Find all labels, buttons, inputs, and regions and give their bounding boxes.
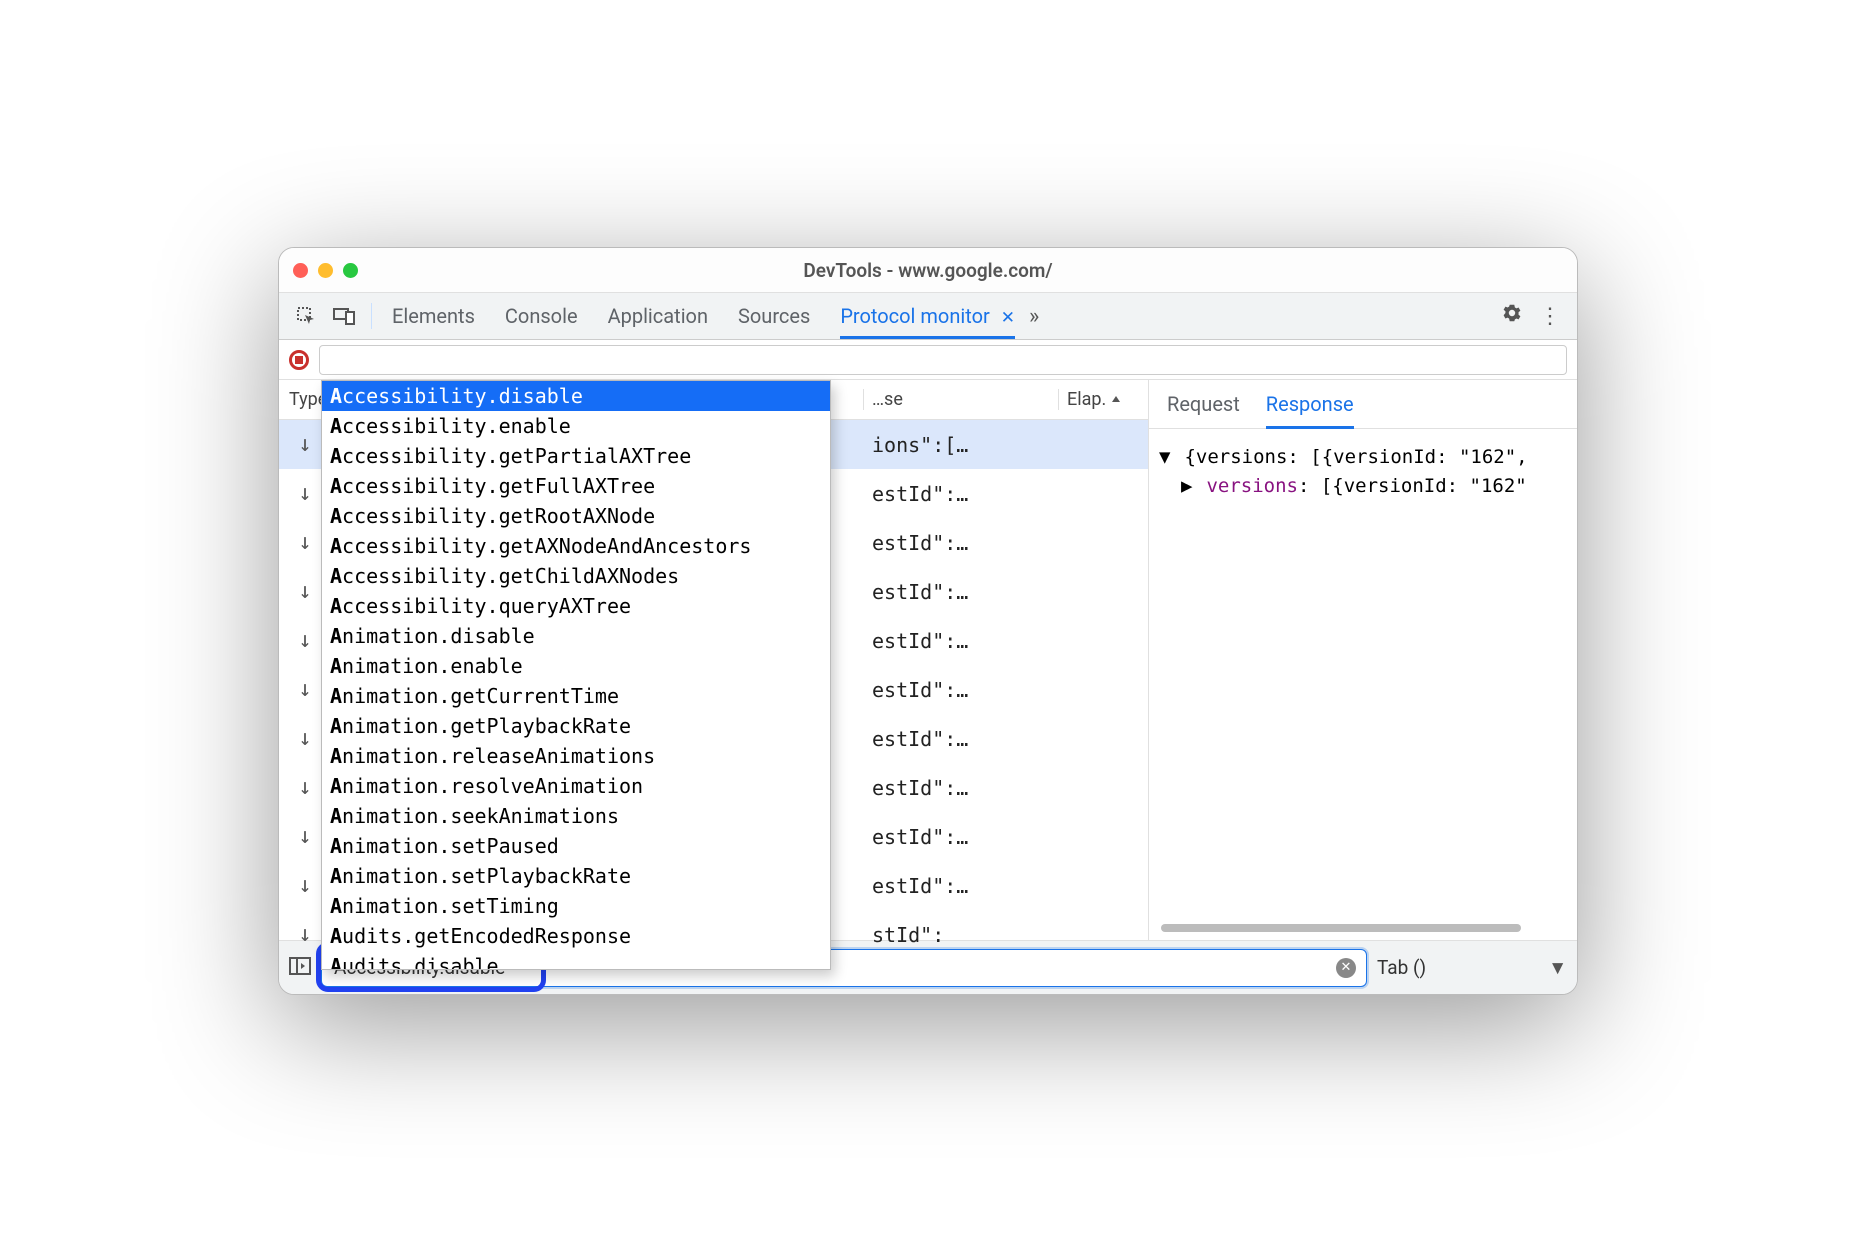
cell-response: stId": [863, 923, 1058, 947]
cell-response: estId":… [863, 629, 1058, 653]
main-content: Type Method …se Elap. ↓ions":[…↓estId":…… [279, 380, 1577, 940]
tab-application[interactable]: Application [608, 294, 708, 338]
inspect-element-icon[interactable] [287, 306, 325, 326]
autocomplete-item[interactable]: Animation.getCurrentTime [322, 681, 830, 711]
devtools-window: DevTools - www.google.com/ Elements Cons… [278, 247, 1578, 995]
details-tab-request[interactable]: Request [1167, 388, 1240, 420]
autocomplete-item[interactable]: Audits.getEncodedResponse [322, 921, 830, 951]
autocomplete-item[interactable]: Animation.resolveAnimation [322, 771, 830, 801]
cell-response: estId":… [863, 482, 1058, 506]
disclosure-open-icon[interactable]: ▼ [1159, 443, 1173, 472]
panel-tabs: Elements Console Application Sources Pro… [392, 294, 1015, 338]
json-property-name: versions [1206, 475, 1298, 497]
cell-response: estId":… [863, 727, 1058, 751]
autocomplete-item[interactable]: Accessibility.queryAXTree [322, 591, 830, 621]
record-button[interactable] [289, 350, 309, 370]
cell-response: estId":… [863, 678, 1058, 702]
autocomplete-item[interactable]: Accessibility.getRootAXNode [322, 501, 830, 531]
autocomplete-item[interactable]: Animation.setTiming [322, 891, 830, 921]
json-root-line[interactable]: ▼ {versions: [{versionId: "162", [1159, 443, 1567, 472]
chevron-down-icon[interactable]: ▼ [1548, 956, 1567, 980]
tab-elements[interactable]: Elements [392, 294, 475, 338]
autocomplete-item[interactable]: Audits.disable [322, 951, 830, 969]
settings-gear-icon[interactable] [1493, 302, 1531, 330]
tab-protocol-monitor-label: Protocol monitor [840, 304, 989, 328]
details-tabs: Request Response [1149, 380, 1577, 429]
autocomplete-item[interactable]: Accessibility.enable [322, 411, 830, 441]
clear-input-icon[interactable]: ✕ [1336, 958, 1356, 978]
close-tab-icon[interactable]: ✕ [1001, 308, 1015, 328]
command-hint[interactable]: Tab () ▼ [1377, 956, 1567, 980]
autocomplete-item[interactable]: Accessibility.getAXNodeAndAncestors [322, 531, 830, 561]
toggle-drawer-icon[interactable] [289, 957, 311, 979]
autocomplete-list[interactable]: Accessibility.disableAccessibility.enabl… [322, 381, 830, 969]
autocomplete-item[interactable]: Accessibility.getFullAXTree [322, 471, 830, 501]
kebab-menu-icon[interactable]: ⋮ [1531, 304, 1569, 329]
col-elapsed[interactable]: Elap. [1058, 389, 1148, 410]
tab-sources[interactable]: Sources [738, 294, 810, 338]
autocomplete-item[interactable]: Animation.releaseAnimations [322, 741, 830, 771]
col-response[interactable]: …se [863, 389, 1058, 410]
more-tabs-icon[interactable]: » [1029, 304, 1039, 329]
tab-protocol-monitor[interactable]: Protocol monitor ✕ [840, 294, 1015, 338]
autocomplete-item[interactable]: Animation.enable [322, 651, 830, 681]
json-child-line[interactable]: ▶ versions: [{versionId: "162" [1159, 472, 1567, 501]
autocomplete-item[interactable]: Animation.setPaused [322, 831, 830, 861]
cell-response: estId":… [863, 776, 1058, 800]
filter-bar [279, 340, 1577, 380]
window-title: DevTools - www.google.com/ [279, 259, 1577, 282]
toolbar-divider [371, 303, 372, 329]
main-toolbar: Elements Console Application Sources Pro… [279, 292, 1577, 340]
cell-response: ions":[… [863, 433, 1058, 457]
protocol-table-pane: Type Method …se Elap. ↓ions":[…↓estId":…… [279, 380, 1149, 940]
filter-input[interactable] [319, 345, 1567, 375]
response-json: ▼ {versions: [{versionId: "162", ▶ versi… [1149, 429, 1577, 514]
device-toolbar-icon[interactable] [325, 307, 363, 325]
cell-response: estId":… [863, 825, 1058, 849]
details-pane: Request Response ▼ {versions: [{versionI… [1149, 380, 1577, 940]
tab-console[interactable]: Console [505, 294, 578, 338]
autocomplete-item[interactable]: Animation.getPlaybackRate [322, 711, 830, 741]
disclosure-closed-icon[interactable]: ▶ [1181, 472, 1195, 501]
autocomplete-item[interactable]: Animation.seekAnimations [322, 801, 830, 831]
autocomplete-item[interactable]: Animation.setPlaybackRate [322, 861, 830, 891]
autocomplete-item[interactable]: Accessibility.getChildAXNodes [322, 561, 830, 591]
cell-response: estId":… [863, 874, 1058, 898]
autocomplete-item[interactable]: Accessibility.getPartialAXTree [322, 441, 830, 471]
details-tab-response[interactable]: Response [1266, 388, 1354, 420]
autocomplete-item[interactable]: Animation.disable [322, 621, 830, 651]
titlebar: DevTools - www.google.com/ [279, 248, 1577, 292]
autocomplete-popup: Accessibility.disableAccessibility.enabl… [321, 380, 831, 970]
cell-response: estId":… [863, 531, 1058, 555]
cell-response: estId":… [863, 580, 1058, 604]
horizontal-scrollbar[interactable] [1161, 924, 1521, 932]
autocomplete-item[interactable]: Accessibility.disable [322, 381, 830, 411]
